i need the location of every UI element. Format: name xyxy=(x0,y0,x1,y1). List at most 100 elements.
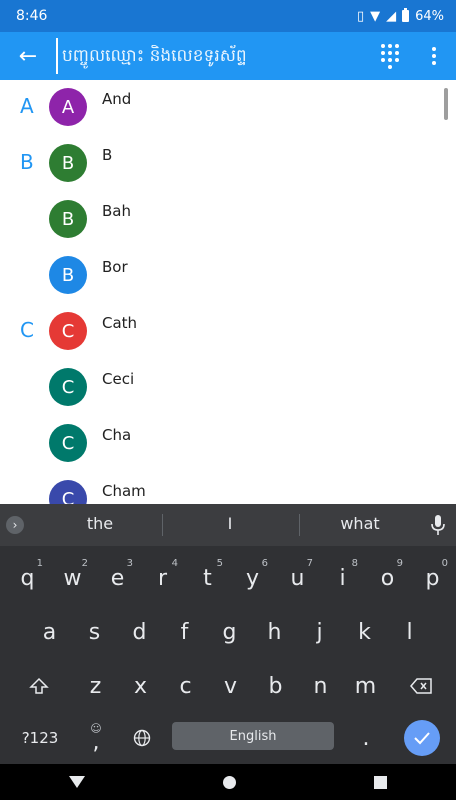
shift-key[interactable] xyxy=(14,664,64,708)
shift-arrow-icon xyxy=(29,677,49,694)
back-button[interactable]: ← xyxy=(0,32,56,80)
more-vert-icon xyxy=(432,47,436,65)
contact-row[interactable]: C Cha xyxy=(0,416,456,472)
more-options-button[interactable] xyxy=(412,32,456,80)
key-label: o xyxy=(380,565,395,591)
avatar: A xyxy=(49,88,87,126)
scrollbar-thumb[interactable] xyxy=(444,88,448,120)
enter-button[interactable] xyxy=(404,720,440,756)
key-m[interactable]: m xyxy=(344,664,387,708)
comma-emoji-key[interactable]: ☺ , xyxy=(78,720,114,756)
key-hint: 1 xyxy=(36,558,43,569)
key-label: a xyxy=(42,619,57,645)
dialpad-button[interactable] xyxy=(368,32,412,80)
microphone-icon[interactable] xyxy=(430,514,446,536)
suggestion-3[interactable]: what xyxy=(300,514,420,533)
key-t[interactable]: t5 xyxy=(186,556,229,600)
avatar-initial: A xyxy=(61,96,75,118)
language-key[interactable] xyxy=(124,720,160,756)
key-v[interactable]: v xyxy=(209,664,252,708)
contact-name: Ceci xyxy=(102,370,135,388)
key-hint: 0 xyxy=(441,558,448,569)
status-icons: ▯ ▼ ◢ 64% xyxy=(357,8,444,24)
contact-row[interactable]: B Bor xyxy=(0,248,456,304)
nav-back-button[interactable] xyxy=(69,776,85,788)
key-label: c xyxy=(179,673,192,699)
keyboard: › the I what q1w2e3r4t5y6u7i8o9p0asdfghj… xyxy=(0,504,456,764)
period-key[interactable]: . xyxy=(348,720,384,756)
nav-home-button[interactable] xyxy=(223,775,236,789)
key-label: v xyxy=(223,673,238,699)
key-label: i xyxy=(339,565,346,591)
suggestion-divider xyxy=(162,514,163,536)
key-hint: 3 xyxy=(126,558,133,569)
contact-name: Bah xyxy=(102,202,131,220)
key-l[interactable]: l xyxy=(388,610,431,654)
key-h[interactable]: h xyxy=(253,610,296,654)
key-b[interactable]: b xyxy=(254,664,297,708)
avatar: B xyxy=(49,200,87,238)
search-input[interactable] xyxy=(56,38,368,74)
key-x[interactable]: x xyxy=(119,664,162,708)
contact-row[interactable]: B Bah xyxy=(0,192,456,248)
key-f[interactable]: f xyxy=(163,610,206,654)
key-j[interactable]: j xyxy=(298,610,341,654)
nav-recents-button[interactable] xyxy=(374,775,387,789)
key-u[interactable]: u7 xyxy=(276,556,319,600)
key-label: h xyxy=(267,619,282,645)
key-r[interactable]: r4 xyxy=(141,556,184,600)
suggestion-1[interactable]: the xyxy=(40,514,160,533)
avatar-initial: C xyxy=(61,320,75,342)
suggestion-2[interactable]: I xyxy=(170,514,290,533)
key-hint: 8 xyxy=(351,558,358,569)
backspace-key[interactable] xyxy=(394,664,448,708)
key-hint: 6 xyxy=(261,558,268,569)
key-k[interactable]: k xyxy=(343,610,386,654)
avatar-initial: B xyxy=(61,264,75,286)
triangle-back-icon xyxy=(69,776,85,788)
key-y[interactable]: y6 xyxy=(231,556,274,600)
key-d[interactable]: d xyxy=(118,610,161,654)
key-label: j xyxy=(316,619,323,645)
avatar-initial: B xyxy=(61,208,75,230)
contact-row[interactable]: C Ceci xyxy=(0,360,456,416)
expand-suggestions-button[interactable]: › xyxy=(6,516,24,534)
key-p[interactable]: p0 xyxy=(411,556,454,600)
key-i[interactable]: i8 xyxy=(321,556,364,600)
key-w[interactable]: w2 xyxy=(51,556,94,600)
backspace-icon xyxy=(410,678,432,694)
status-time: 8:46 xyxy=(16,8,48,24)
contact-row[interactable]: A A And xyxy=(0,80,456,136)
contact-row[interactable]: C Cham xyxy=(0,472,456,504)
contact-name: Cham xyxy=(102,482,146,500)
key-g[interactable]: g xyxy=(208,610,251,654)
square-recents-icon xyxy=(374,775,387,789)
contact-name: Bor xyxy=(102,258,128,276)
check-icon xyxy=(414,732,430,745)
space-bar[interactable]: English xyxy=(172,722,334,750)
key-z[interactable]: z xyxy=(74,664,117,708)
key-n[interactable]: n xyxy=(299,664,342,708)
contact-name: B xyxy=(102,146,113,164)
key-a[interactable]: a xyxy=(28,610,71,654)
key-label: g xyxy=(222,619,237,645)
key-e[interactable]: e3 xyxy=(96,556,139,600)
key-o[interactable]: o9 xyxy=(366,556,409,600)
contact-list[interactable]: A A And B B B B Bah B Bor C C Cath C Ceci C Cha C Cham xyxy=(0,80,456,504)
symbols-key[interactable]: ?123 xyxy=(10,720,70,756)
key-label: p xyxy=(425,565,440,591)
globe-icon xyxy=(133,729,151,747)
key-label: s xyxy=(88,619,101,645)
chevron-right-icon: › xyxy=(12,518,18,532)
key-hint: 7 xyxy=(306,558,313,569)
key-label: m xyxy=(354,673,377,699)
key-q[interactable]: q1 xyxy=(6,556,49,600)
contact-name: Cath xyxy=(102,314,138,332)
contact-row[interactable]: BBB xyxy=(0,136,456,192)
key-s[interactable]: s xyxy=(73,610,116,654)
contact-row[interactable]: C C Cath xyxy=(0,304,456,360)
key-c[interactable]: c xyxy=(164,664,207,708)
key-hint: 4 xyxy=(171,558,178,569)
key-label: k xyxy=(358,619,371,645)
contact-name: And xyxy=(102,90,132,108)
